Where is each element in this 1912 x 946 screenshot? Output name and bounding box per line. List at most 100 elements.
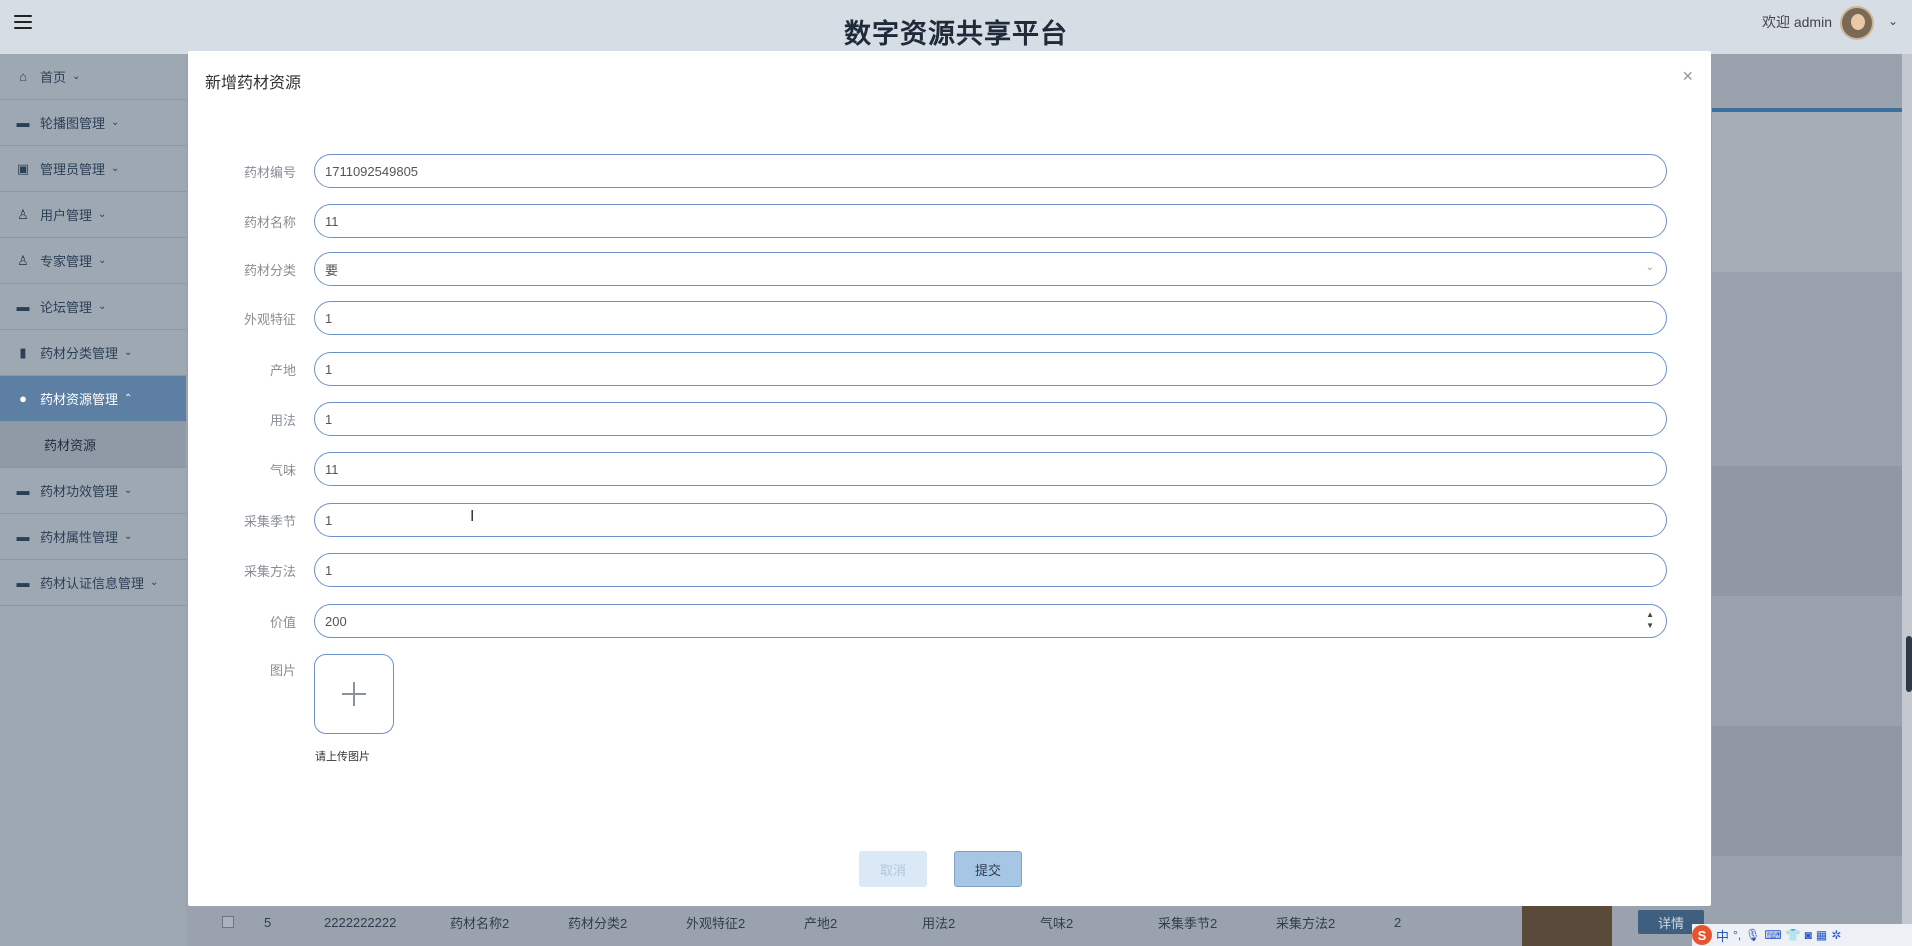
scrollbar[interactable] [1902,54,1912,946]
table-cell: 产地2 [804,915,838,931]
form-row-origin: 产地 1 [188,352,1711,386]
chevron-down-icon: ⌄ [150,577,159,588]
input-value: 1 [325,512,333,528]
stepper-up-icon[interactable]: ▲ [1646,609,1654,620]
table-row: 5 2222222222 药材名称2 药材分类2 外观特征2 产地2 用法2 气… [186,904,1712,940]
close-icon[interactable]: × [1682,67,1693,85]
form-row-herb-code: 药材编号 1711092549805 [188,154,1711,188]
select-value: 要 [325,262,339,278]
add-herb-resource-dialog: 新增药材资源 × 药材编号 1711092549805 药材名称 11 药材分类… [188,51,1711,906]
appearance-input[interactable]: 1 [314,301,1667,335]
sidebar-item-herb-attributes[interactable]: ▬ 药材属性管理 ⌄ [0,514,186,560]
table-cell: 气味2 [1040,915,1074,931]
cancel-button[interactable]: 取消 [859,851,927,887]
field-label: 产地 [269,363,296,378]
briefcase-icon: ▣ [16,160,30,176]
sidebar-item-herb-certification[interactable]: ▬ 药材认证信息管理 ⌄ [0,560,186,606]
table-cell: 2222222222 [324,914,397,930]
chevron-down-icon: ⌄ [72,71,81,82]
form-row-season: 采集季节 1 [188,503,1711,537]
sidebar-item-label: 论坛管理 [40,300,93,315]
input-value: 1 [325,411,333,427]
user-icon: ♙ [17,252,29,268]
sidebar-item-label: 药材分类管理 [40,346,119,361]
chevron-down-icon: ⌄ [111,117,120,128]
form-row-appearance: 外观特征 1 [188,301,1711,335]
field-label: 采集季节 [243,514,296,529]
chevron-down-icon: ⌄ [98,301,107,312]
form-row-value: 价值 200 ▲ ▼ [188,604,1711,638]
input-value: 1 [325,562,333,578]
origin-input[interactable]: 1 [314,352,1667,386]
submit-button[interactable]: 提交 [954,851,1022,887]
input-value: 200 [325,613,347,629]
form-row-herb-name: 药材名称 11 [188,204,1711,238]
usage-input[interactable]: 1 [314,402,1667,436]
sidebar-item-herb-effects[interactable]: ▬ 药材功效管理 ⌄ [0,468,186,514]
home-icon: ⌂ [19,69,27,84]
sidebar-item-carousel[interactable]: ▬ 轮播图管理 ⌄ [0,100,186,146]
chevron-down-icon: ⌄ [98,255,107,266]
user-icon: ♙ [17,206,29,222]
field-label: 药材分类 [243,263,296,278]
form-row-method: 采集方法 1 [188,553,1711,587]
card-icon: ▬ [16,575,30,590]
drop-icon: ● [19,391,27,406]
keyboard-icon[interactable]: ⌨ [1764,928,1781,942]
table-cell: 采集方法2 [1276,915,1336,931]
table-cell: 药材名称2 [450,915,510,931]
top-header: 数字资源共享平台 欢迎 admin ⌄ [0,0,1912,54]
field-label: 用法 [269,413,296,428]
scrollbar-thumb[interactable] [1906,636,1912,692]
sidebar-item-label: 药材属性管理 [40,530,119,545]
sidebar-item-home[interactable]: ⌂ 首页 ⌄ [0,54,186,100]
input-value: 1711092549805 [325,163,419,179]
grid-icon[interactable]: ▦ [1816,928,1827,942]
herb-name-input[interactable]: 11 [314,204,1667,238]
field-label: 价值 [269,615,296,630]
field-label: 药材编号 [243,165,296,180]
form-row-smell: 气味 11 [188,452,1711,486]
table-cell: 药材分类2 [568,915,628,931]
ime-logo-icon[interactable]: S [1692,925,1712,945]
chevron-down-icon: ⌄ [124,347,133,358]
field-label: 气味 [269,463,296,478]
image-icon: ▬ [16,115,30,130]
sidebar-item-experts[interactable]: ♙ 专家管理 ⌄ [0,238,186,284]
sidebar-item-herb-resources[interactable]: ● 药材资源管理 ⌃ [0,376,186,422]
shirt-icon[interactable]: 👕 [1786,928,1801,942]
sidebar-item-label: 专家管理 [40,254,93,269]
smell-input[interactable]: 11 [314,452,1667,486]
sidebar-subitem-herb-resources[interactable]: 药材资源 [0,422,186,468]
game-icon[interactable]: ◙ [1805,928,1812,942]
sidebar-item-users[interactable]: ♙ 用户管理 ⌄ [0,192,186,238]
sidebar-item-forum[interactable]: ▬ 论坛管理 ⌄ [0,284,186,330]
chevron-down-icon[interactable]: ⌄ [1888,14,1898,28]
ime-mode[interactable]: 中 [1716,926,1729,945]
herb-code-input[interactable]: 1711092549805 [314,154,1667,188]
form-row-usage: 用法 1 [188,402,1711,436]
ime-toolbar: S 中 °, 🎙 ⌨ 👕 ◙ ▦ ✲ [1692,924,1912,946]
settings-icon[interactable]: ✲ [1831,928,1841,942]
row-checkbox[interactable] [222,916,234,928]
stepper-down-icon[interactable]: ▼ [1646,620,1654,631]
value-number-input[interactable]: 200 ▲ ▼ [314,604,1667,638]
sidebar-item-label: 药材认证信息管理 [40,576,145,591]
season-input[interactable]: 1 [314,503,1667,537]
punctuation-icon[interactable]: °, [1733,928,1741,942]
method-input[interactable]: 1 [314,553,1667,587]
sidebar-item-label: 轮播图管理 [40,116,106,131]
sidebar-item-admins[interactable]: ▣ 管理员管理 ⌄ [0,146,186,192]
table-cell: 2 [1394,914,1402,930]
image-upload-button[interactable] [314,654,394,734]
herb-thumbnail [1522,904,1612,946]
welcome-text: 欢迎 admin [1761,14,1832,30]
herb-category-select[interactable]: 要 ⌄ [314,252,1667,286]
box-icon: ▬ [16,483,30,498]
microphone-icon[interactable]: 🎙 [1745,928,1760,942]
sidebar: ⌂ 首页 ⌄ ▬ 轮播图管理 ⌄ ▣ 管理员管理 ⌄ ♙ 用户管理 ⌄ ♙ 专家管理 ⌄ ▬ 论坛管理… [0,54,186,946]
avatar[interactable] [1840,6,1874,40]
chevron-down-icon: ⌄ [98,209,107,220]
number-stepper[interactable]: ▲ ▼ [1646,609,1654,631]
sidebar-item-herb-categories[interactable]: ▮ 药材分类管理 ⌄ [0,330,186,376]
